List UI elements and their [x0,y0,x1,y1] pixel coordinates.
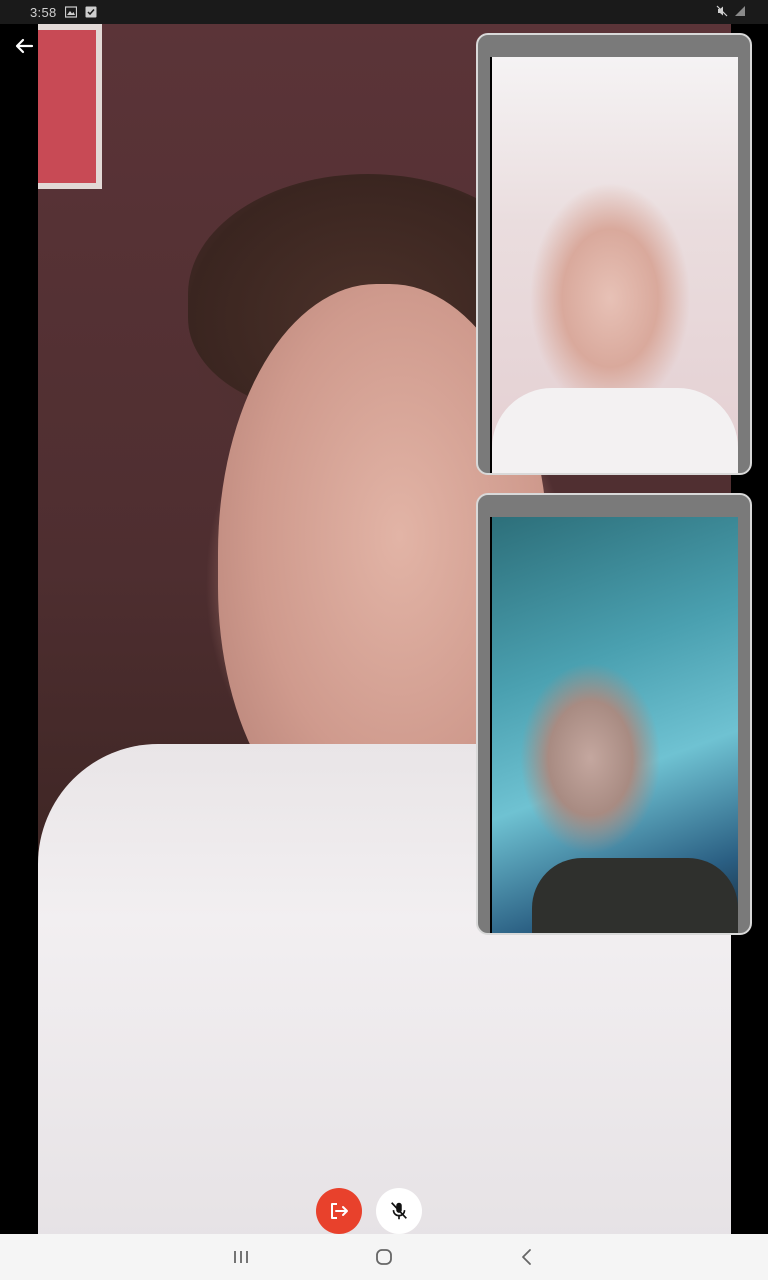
nav-back-icon [521,1249,531,1265]
background-picture-frame [38,24,102,189]
status-bar: 3:58 [0,0,768,24]
recents-icon [234,1251,249,1263]
participant-shirt [532,858,738,933]
participant-tile[interactable] [476,493,752,935]
image-icon [64,6,77,18]
system-navigation-bar [0,1234,768,1280]
participant-tile[interactable] [476,33,752,475]
status-right-icons [716,5,746,17]
arrow-back-icon [15,38,34,54]
mute-microphone-button[interactable] [376,1188,422,1234]
recents-button[interactable] [219,1237,263,1277]
mic-off-icon [391,1202,407,1220]
participant-shirt [492,388,738,473]
home-icon [376,1249,392,1265]
home-button[interactable] [362,1237,406,1277]
system-back-button[interactable] [505,1237,549,1277]
status-time: 3:58 [30,4,57,20]
leave-call-button[interactable] [316,1188,362,1234]
leave-call-icon [331,1203,348,1219]
participant-video [490,57,738,473]
participant-video [490,517,738,933]
signal-icon [735,6,745,16]
call-controls [0,1188,768,1234]
mute-icon [716,5,728,17]
checkbox-notification-icon [85,6,97,18]
back-button[interactable] [8,30,40,62]
